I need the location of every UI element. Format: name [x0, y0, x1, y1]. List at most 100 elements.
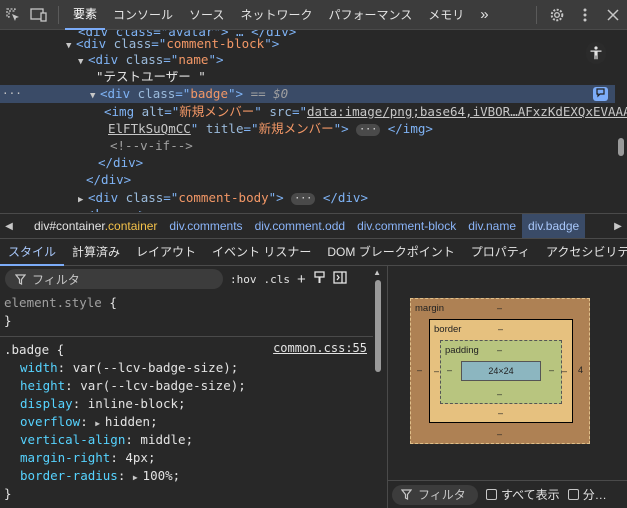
style-property-value[interactable]: inline-block;: [88, 396, 186, 411]
breadcrumb-right-arrow-icon[interactable]: ▶: [609, 221, 627, 232]
tree-line-img[interactable]: <img alt="新規メンバー" src="data:image/png;ba…: [104, 103, 627, 121]
name-text-node: "テストユーザー ": [96, 69, 206, 84]
row-ellipsis-icon[interactable]: ···: [2, 85, 22, 103]
show-all-checkbox[interactable]: [486, 489, 497, 500]
tab-network[interactable]: ネットワーク: [232, 0, 320, 30]
style-property-name[interactable]: width: [20, 360, 58, 375]
style-property-row[interactable]: display: inline-block;: [4, 395, 369, 413]
box-model-padding[interactable]: padding – – – – 24×24: [440, 340, 562, 404]
box-model-margin[interactable]: margin – – – 4 border – – – – padding – …: [410, 298, 590, 444]
device-toolbar-icon[interactable]: [26, 0, 52, 30]
breadcrumb-item-comment-odd[interactable]: div.comment.odd: [249, 214, 352, 238]
style-property-value[interactable]: 4px;: [125, 450, 155, 465]
style-property-row[interactable]: border-radius: ▶ 100%;: [4, 467, 369, 485]
expand-shorthand-icon[interactable]: ▶: [133, 473, 143, 482]
box-model-content[interactable]: 24×24: [461, 361, 541, 381]
cls-toggle[interactable]: .cls: [264, 273, 291, 286]
margin-bottom-value[interactable]: –: [497, 429, 502, 439]
margin-right-value[interactable]: 4: [578, 365, 583, 375]
new-rule-plus-icon[interactable]: +: [297, 271, 306, 288]
padding-right-value[interactable]: –: [549, 365, 554, 375]
style-property-name[interactable]: margin-right: [20, 450, 110, 465]
style-property-value[interactable]: hidden;: [105, 414, 158, 429]
expand-triangle-icon[interactable]: ▼: [66, 37, 76, 55]
style-property-name[interactable]: display: [20, 396, 73, 411]
style-property-row[interactable]: margin-right: 4px;: [4, 449, 369, 467]
tree-line-close-name[interactable]: </div>: [86, 171, 131, 189]
tab-dom-breakpoints[interactable]: DOM ブレークポイント: [319, 239, 462, 266]
margin-top-value[interactable]: –: [497, 303, 502, 313]
style-property-name[interactable]: overflow: [20, 414, 80, 429]
styles-filter-input[interactable]: フィルタ: [5, 269, 223, 289]
tab-console[interactable]: コンソール: [105, 0, 181, 30]
tab-sources[interactable]: ソース: [181, 0, 232, 30]
expand-shorthand-icon[interactable]: ▶: [95, 419, 105, 428]
computed-filter-input[interactable]: フィルタ: [392, 484, 478, 505]
style-property-row[interactable]: vertical-align: middle;: [4, 431, 369, 449]
hov-toggle[interactable]: :hov: [230, 273, 257, 286]
paint-brush-icon[interactable]: [313, 271, 326, 287]
breadcrumb-item-container[interactable]: div#container.container: [28, 214, 163, 238]
tab-performance[interactable]: パフォーマンス: [320, 0, 420, 30]
tree-line-comment[interactable]: <!--v-if-->: [110, 137, 193, 155]
style-property-value[interactable]: var(--lcv-badge-size);: [80, 378, 246, 393]
border-top-value[interactable]: –: [498, 324, 503, 334]
rule-source-link[interactable]: common.css:55: [273, 341, 367, 355]
scroll-up-arrow-icon[interactable]: ▲: [373, 268, 381, 277]
border-right-value[interactable]: –: [562, 366, 567, 376]
kebab-menu-icon[interactable]: [571, 0, 599, 30]
close-icon[interactable]: [599, 0, 627, 30]
rule-close-brace: }: [4, 486, 12, 501]
border-bottom-value[interactable]: –: [498, 408, 503, 418]
tree-line-badge-selected[interactable]: ··· ▼ <div class="badge"> == $0: [0, 85, 615, 103]
inspect-element-icon[interactable]: [0, 0, 26, 30]
style-property-name[interactable]: height: [20, 378, 65, 393]
tree-line-close-badge[interactable]: </div>: [98, 154, 143, 172]
element-style-selector[interactable]: element.style {: [4, 294, 369, 312]
style-property-row[interactable]: width: var(--lcv-badge-size);: [4, 359, 369, 377]
expand-triangle-icon[interactable]: ▼: [90, 87, 100, 105]
styles-scrollbar-thumb[interactable]: [375, 280, 381, 372]
ai-assist-icon[interactable]: [593, 87, 608, 101]
box-model-border[interactable]: border – – – – padding – – – – 24×24: [429, 319, 573, 423]
padding-bottom-value[interactable]: –: [497, 389, 502, 399]
tab-properties[interactable]: プロパティ: [463, 239, 538, 266]
img-src-link[interactable]: data:image/png;base64,iVBOR…AFxzKdEXQxEV…: [307, 104, 627, 119]
style-property-name[interactable]: vertical-align: [20, 432, 125, 447]
tab-computed[interactable]: 計算済み: [64, 239, 128, 266]
tree-line-name-text[interactable]: "テストユーザー ": [96, 68, 206, 86]
style-property-value[interactable]: var(--lcv-badge-size);: [73, 360, 239, 375]
padding-top-value[interactable]: –: [497, 345, 502, 355]
img-src-link-cont[interactable]: ElFTkSuQmCC: [108, 121, 191, 136]
settings-gear-icon[interactable]: [543, 0, 571, 30]
padding-left-value[interactable]: –: [447, 365, 452, 375]
tree-line-img-cont[interactable]: ElFTkSuQmCC" title="新規メンバー"> ··· </img>: [108, 120, 433, 138]
tab-memory[interactable]: メモリ: [420, 0, 472, 30]
collapsed-ellipsis-icon[interactable]: ···: [356, 123, 381, 136]
tab-styles[interactable]: スタイル: [0, 239, 65, 266]
more-tabs-button[interactable]: »: [472, 0, 496, 30]
expand-triangle-icon[interactable]: ▼: [78, 53, 88, 71]
toggle-sidebar-icon[interactable]: [333, 271, 347, 287]
style-property-row[interactable]: height: var(--lcv-badge-size);: [4, 377, 369, 395]
breadcrumb-item-comment-block[interactable]: div.comment-block: [351, 214, 462, 238]
style-property-row[interactable]: overflow: ▶ hidden;: [4, 413, 369, 431]
breadcrumb-item-comments[interactable]: div.comments: [163, 214, 248, 238]
collapsed-ellipsis-icon[interactable]: ···: [291, 192, 316, 205]
tree-line-name[interactable]: ▼ <div class="name">: [78, 51, 224, 69]
tab-accessibility[interactable]: アクセシビリティ: [538, 239, 627, 266]
tab-event-listeners[interactable]: イベント リスナー: [204, 239, 319, 266]
tab-elements[interactable]: 要素: [65, 0, 106, 30]
style-property-value[interactable]: 100%;: [143, 468, 181, 483]
tree-scrollbar-thumb[interactable]: [618, 138, 624, 156]
breadcrumb-item-name[interactable]: div.name: [462, 214, 522, 238]
breadcrumb-left-arrow-icon[interactable]: ◀: [0, 221, 18, 232]
style-property-name[interactable]: border-radius: [20, 468, 118, 483]
tab-layout[interactable]: レイアウト: [128, 239, 204, 266]
style-property-value[interactable]: middle;: [140, 432, 193, 447]
border-left-value[interactable]: –: [434, 366, 439, 376]
accessibility-person-icon[interactable]: [586, 42, 606, 64]
margin-left-value[interactable]: –: [417, 365, 422, 375]
group-checkbox[interactable]: [567, 489, 579, 500]
breadcrumb-item-badge[interactable]: div.badge: [522, 214, 586, 238]
